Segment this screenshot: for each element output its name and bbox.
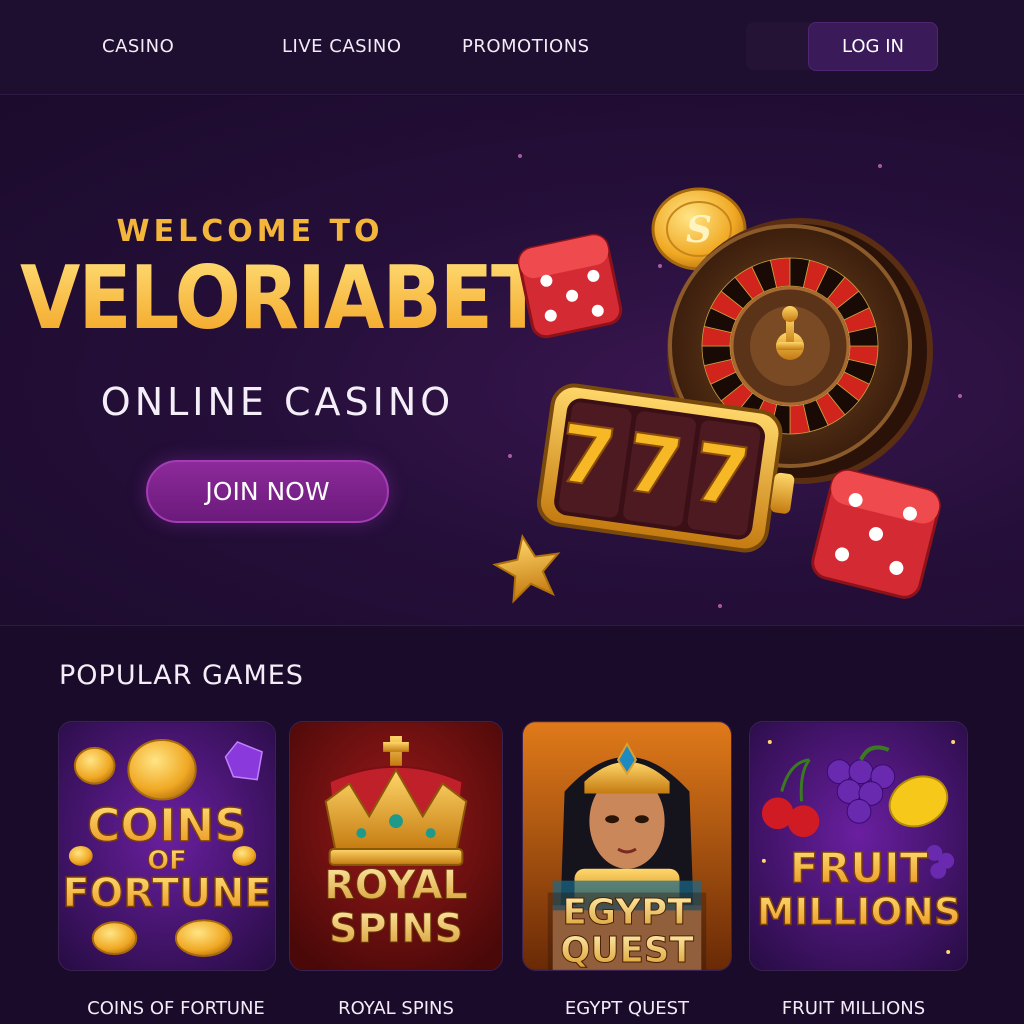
game-caption-fruit-millions[interactable]: FRUIT MILLIONS — [744, 998, 963, 1019]
hero-welcome-text: WELCOME TO — [116, 214, 384, 249]
royal-spins-artwork: ROYAL SPINS — [290, 722, 502, 970]
game-card-royal-spins[interactable]: ROYAL SPINS — [289, 721, 503, 971]
nav-link-live-casino[interactable]: LIVE CASINO — [282, 36, 402, 57]
nav-placeholder-button[interactable] — [746, 22, 816, 70]
svg-text:SPINS: SPINS — [329, 906, 463, 952]
coins-of-fortune-artwork: COINS OF FORTUNE — [59, 722, 275, 970]
fruit-millions-artwork: FRUIT MILLIONS — [750, 722, 967, 970]
svg-text:QUEST: QUEST — [560, 930, 694, 970]
top-navigation: CASINO LIVE CASINO PROMOTIONS LOG IN — [0, 0, 1024, 95]
game-card-coins-of-fortune[interactable]: COINS OF FORTUNE — [58, 721, 276, 971]
casino-illustration: S 777 — [492, 154, 962, 608]
red-dice-icon — [517, 233, 623, 339]
nav-link-promotions[interactable]: PROMOTIONS — [462, 36, 590, 57]
svg-text:FRUIT: FRUIT — [790, 844, 929, 893]
hero-banner: WELCOME TO VELORIABET ONLINE CASINO JOIN… — [0, 96, 1024, 626]
game-caption-royal-spins[interactable]: ROYAL SPINS — [289, 998, 503, 1019]
svg-text:ROYAL: ROYAL — [324, 863, 468, 909]
red-dice-icon — [811, 469, 941, 599]
login-button[interactable]: LOG IN — [808, 22, 938, 71]
nav-link-casino[interactable]: CASINO — [102, 36, 174, 57]
hero-brand-name: VELORIABET — [20, 248, 544, 350]
svg-text:EGYPT: EGYPT — [562, 892, 692, 933]
popular-games-heading: POPULAR GAMES — [59, 660, 304, 691]
game-card-egypt-quest[interactable]: EGYPT QUEST — [522, 721, 732, 971]
coin-symbol: S — [686, 209, 712, 251]
svg-text:MILLIONS: MILLIONS — [757, 889, 961, 933]
egypt-quest-artwork: EGYPT QUEST — [523, 722, 731, 970]
join-now-button[interactable]: JOIN NOW — [146, 460, 389, 523]
game-caption-coins-of-fortune[interactable]: COINS OF FORTUNE — [58, 998, 294, 1019]
hero-tagline: ONLINE CASINO — [100, 380, 455, 424]
gold-star-icon — [492, 533, 561, 604]
game-card-fruit-millions[interactable]: FRUIT MILLIONS — [749, 721, 968, 971]
svg-text:FORTUNE: FORTUNE — [63, 870, 272, 916]
svg-text:COINS: COINS — [87, 799, 247, 852]
game-caption-egypt-quest[interactable]: EGYPT QUEST — [522, 998, 732, 1019]
